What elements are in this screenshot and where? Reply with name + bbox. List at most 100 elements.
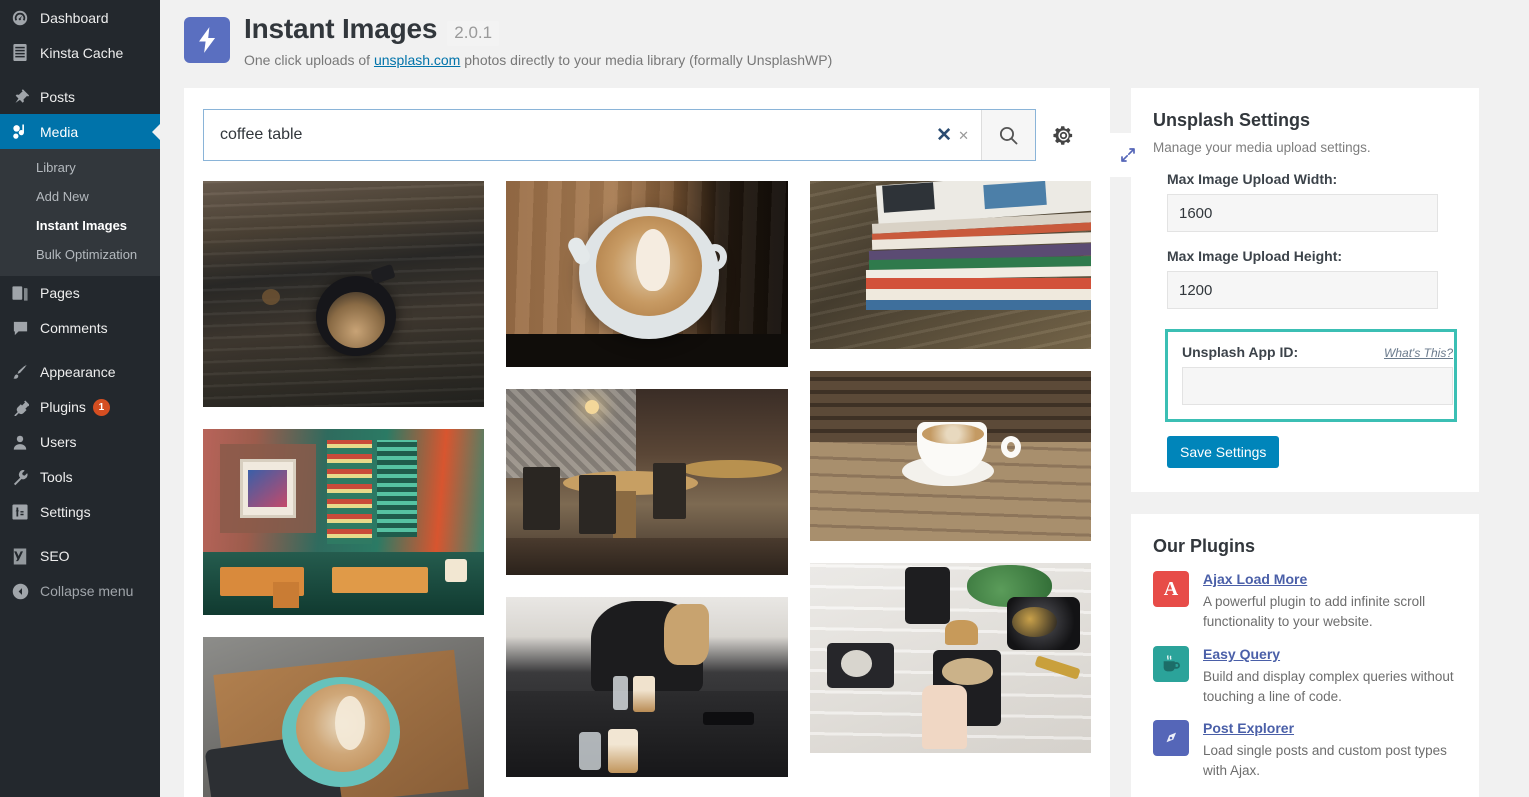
sidebar-item-collapse-menu[interactable]: Collapse menu [0,574,160,609]
plugin-text-block: Ajax Load More A powerful plugin to add … [1203,571,1455,632]
settings-card-subtitle: Manage your media upload settings. [1153,140,1371,155]
sidebar-item-label: Dashboard [40,9,109,26]
media-submenu: Library Add New Instant Images Bulk Opti… [0,149,160,276]
sidebar-item-pages[interactable]: Pages [0,276,160,311]
photo-column-3 [809,181,1091,797]
sidebar-item-label: Pages [40,285,80,302]
photo-cafe-interior-colorful[interactable] [203,429,485,615]
pin-icon [9,87,31,107]
sidebar-item-label: SEO [40,548,70,565]
plugin-item-ajax-load-more: A Ajax Load More A powerful plugin to ad… [1153,571,1457,632]
sidebar-divider-3 [0,530,160,539]
plugin-text-block: Easy Query Build and display complex que… [1203,646,1455,707]
plugin-description: A powerful plugin to add infinite scroll… [1203,593,1426,629]
sidebar-divider-1 [0,70,160,79]
coffee-mug-icon [1153,645,1189,682]
max-width-label: Max Image Upload Width: [1167,171,1338,187]
subtitle-text-before: One click uploads of [244,52,374,68]
whats-this-link[interactable]: What's This? [1384,346,1453,360]
wordpress-admin-screen: Dashboard Kinsta Cache Posts Media Libra… [0,0,1529,797]
cache-icon [9,43,31,63]
sidebar-item-posts[interactable]: Posts [0,79,160,114]
plugin-item-easy-query: Easy Query Build and display complex que… [1153,645,1457,707]
our-plugins-card: Our Plugins A Ajax Load More A powerful … [1131,514,1479,797]
letter-a-icon: A [1153,571,1189,607]
gear-icon[interactable] [1036,109,1090,161]
plugin-subtitle: One click uploads of unsplash.com photos… [244,52,832,68]
sidebar-item-label: Users [40,434,77,451]
sidebar-item-dashboard[interactable]: Dashboard [0,0,160,35]
sidebar-item-label: Posts [40,88,76,105]
admin-sidebar: Dashboard Kinsta Cache Posts Media Libra… [0,0,160,797]
save-settings-button[interactable]: Save Settings [1167,436,1280,468]
seo-icon [9,546,31,566]
settings-icon [9,502,31,522]
sidebar-item-tools[interactable]: Tools [0,460,160,495]
max-height-input[interactable] [1167,271,1438,309]
sidebar-item-appearance[interactable]: Appearance [0,355,160,390]
settings-card-title: Unsplash Settings [1153,110,1311,130]
max-width-input[interactable] [1167,194,1438,232]
sidebar-item-plugins[interactable]: Plugins 1 [0,390,160,425]
submenu-item-instant-images[interactable]: Instant Images [0,212,160,241]
submenu-item-add-new[interactable]: Add New [0,183,160,212]
unsplash-settings-card: Unsplash Settings Manage your media uplo… [1131,88,1479,492]
sidebar-item-seo[interactable]: SEO [0,539,160,574]
sidebar-item-comments[interactable]: Comments [0,311,160,346]
plugin-text-block: Post Explorer Load single posts and cust… [1203,720,1455,781]
plugin-header-text: Instant Images 2.0.1 One click uploads o… [244,13,832,68]
plug-icon [9,397,31,417]
photo-latte-art-overhead[interactable] [506,181,788,367]
sidebar-item-label: Settings [40,504,91,521]
main-content-area: Instant Images 2.0.1 One click uploads o… [160,0,1529,797]
plugin-link[interactable]: Easy Query [1203,646,1455,663]
pages-icon [9,283,31,303]
sidebar-item-users[interactable]: Users [0,425,160,460]
expand-arrows-icon[interactable] [1110,133,1146,177]
unsplash-link[interactable]: unsplash.com [374,52,460,68]
submenu-item-library[interactable]: Library [0,154,160,183]
app-id-label: Unsplash App ID: [1182,344,1299,360]
sidebar-item-label: Appearance [40,364,116,381]
plugin-description: Build and display complex queries withou… [1203,668,1454,704]
instant-images-panel: ✕ ✕ [184,88,1146,797]
photo-coffee-on-dark-wood[interactable] [203,181,485,407]
photo-woman-cafe-table[interactable] [506,597,788,777]
app-id-header-row: Unsplash App ID: What's This? [1182,344,1453,360]
photo-flatlay-desk-camera[interactable] [809,563,1091,753]
page-title: Instant Images [244,13,438,44]
search-field-wrapper: ✕ ✕ [203,109,1036,161]
lightning-bolt-icon [184,17,230,63]
max-height-label: Max Image Upload Height: [1167,248,1343,264]
search-clear-group: ✕ ✕ [936,110,981,160]
sidebar-item-label: Plugins [40,399,86,416]
sidebar-item-kinsta-cache[interactable]: Kinsta Cache [0,35,160,70]
sidebar-item-media[interactable]: Media [0,114,160,149]
sidebar-item-label: Comments [40,320,108,337]
sidebar-item-settings[interactable]: Settings [0,495,160,530]
search-row: ✕ ✕ [184,88,1110,181]
search-submit-button[interactable] [981,110,1035,160]
settings-fields: Max Image Upload Width: Max Image Upload… [1153,171,1457,468]
photo-cafe-tables-chairs[interactable] [506,389,788,575]
clear-search-icon[interactable]: ✕ [936,126,952,145]
app-id-input[interactable] [1182,367,1453,405]
photo-cappuccino-bench[interactable] [809,371,1091,541]
dashboard-icon [9,8,31,28]
search-input[interactable] [204,110,937,160]
collapse-icon [9,581,31,601]
our-plugins-title: Our Plugins [1153,536,1256,556]
sidebar-item-label: Tools [40,469,73,486]
sidebar-item-label: Media [40,123,79,140]
unsplash-app-id-highlight: Unsplash App ID: What's This? [1165,329,1457,422]
photo-book-stack[interactable] [809,181,1091,349]
plugin-link[interactable]: Ajax Load More [1203,571,1455,588]
sidebar-item-label: Kinsta Cache [40,44,124,61]
plugins-update-badge: 1 [92,398,110,416]
subtitle-text-after: photos directly to your media library (f… [460,52,833,68]
sidebar-divider-2 [0,346,160,355]
close-icon[interactable]: ✕ [958,129,969,142]
photo-teal-cup-latte[interactable] [203,637,485,797]
plugin-link[interactable]: Post Explorer [1203,720,1455,737]
submenu-item-bulk-optimization[interactable]: Bulk Optimization [0,241,160,270]
